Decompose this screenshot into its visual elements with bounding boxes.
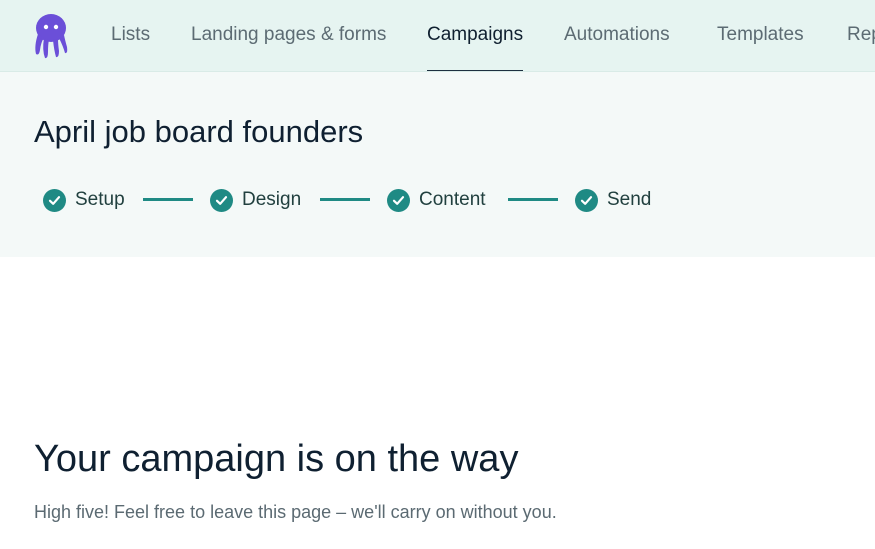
step-label: Send [607, 189, 652, 210]
step-connector [508, 198, 558, 201]
step-label: Design [242, 189, 302, 210]
step-connector [320, 198, 370, 201]
check-circle-icon [387, 188, 410, 212]
campaign-title: April job board founders [34, 114, 364, 149]
step-label: Content [419, 189, 486, 210]
success-heading: Your campaign is on the way [34, 438, 519, 480]
nav-item-lists[interactable]: Lists [111, 0, 150, 71]
step-send[interactable]: Send [575, 187, 651, 213]
top-navigation: Lists Landing pages & forms Campaigns Au… [0, 0, 875, 72]
nav-item-campaigns[interactable]: Campaigns [427, 0, 524, 71]
campaign-header: April job board founders Setup Design Co… [0, 72, 875, 257]
step-label: Setup [75, 189, 125, 210]
check-circle-icon [210, 188, 233, 212]
step-connector [143, 198, 193, 201]
nav-item-reports[interactable]: Rep [847, 0, 875, 71]
step-content[interactable]: Content [387, 187, 486, 213]
step-design[interactable]: Design [210, 187, 301, 213]
check-circle-icon [575, 188, 598, 212]
nav-item-templates[interactable]: Templates [717, 0, 804, 71]
octopus-logo-icon[interactable] [32, 10, 70, 60]
check-circle-icon [43, 188, 66, 212]
step-setup[interactable]: Setup [43, 187, 125, 213]
nav-item-landing-pages-forms[interactable]: Landing pages & forms [191, 0, 386, 71]
nav-item-automations[interactable]: Automations [564, 0, 670, 71]
success-message: High five! Feel free to leave this page … [34, 502, 557, 522]
